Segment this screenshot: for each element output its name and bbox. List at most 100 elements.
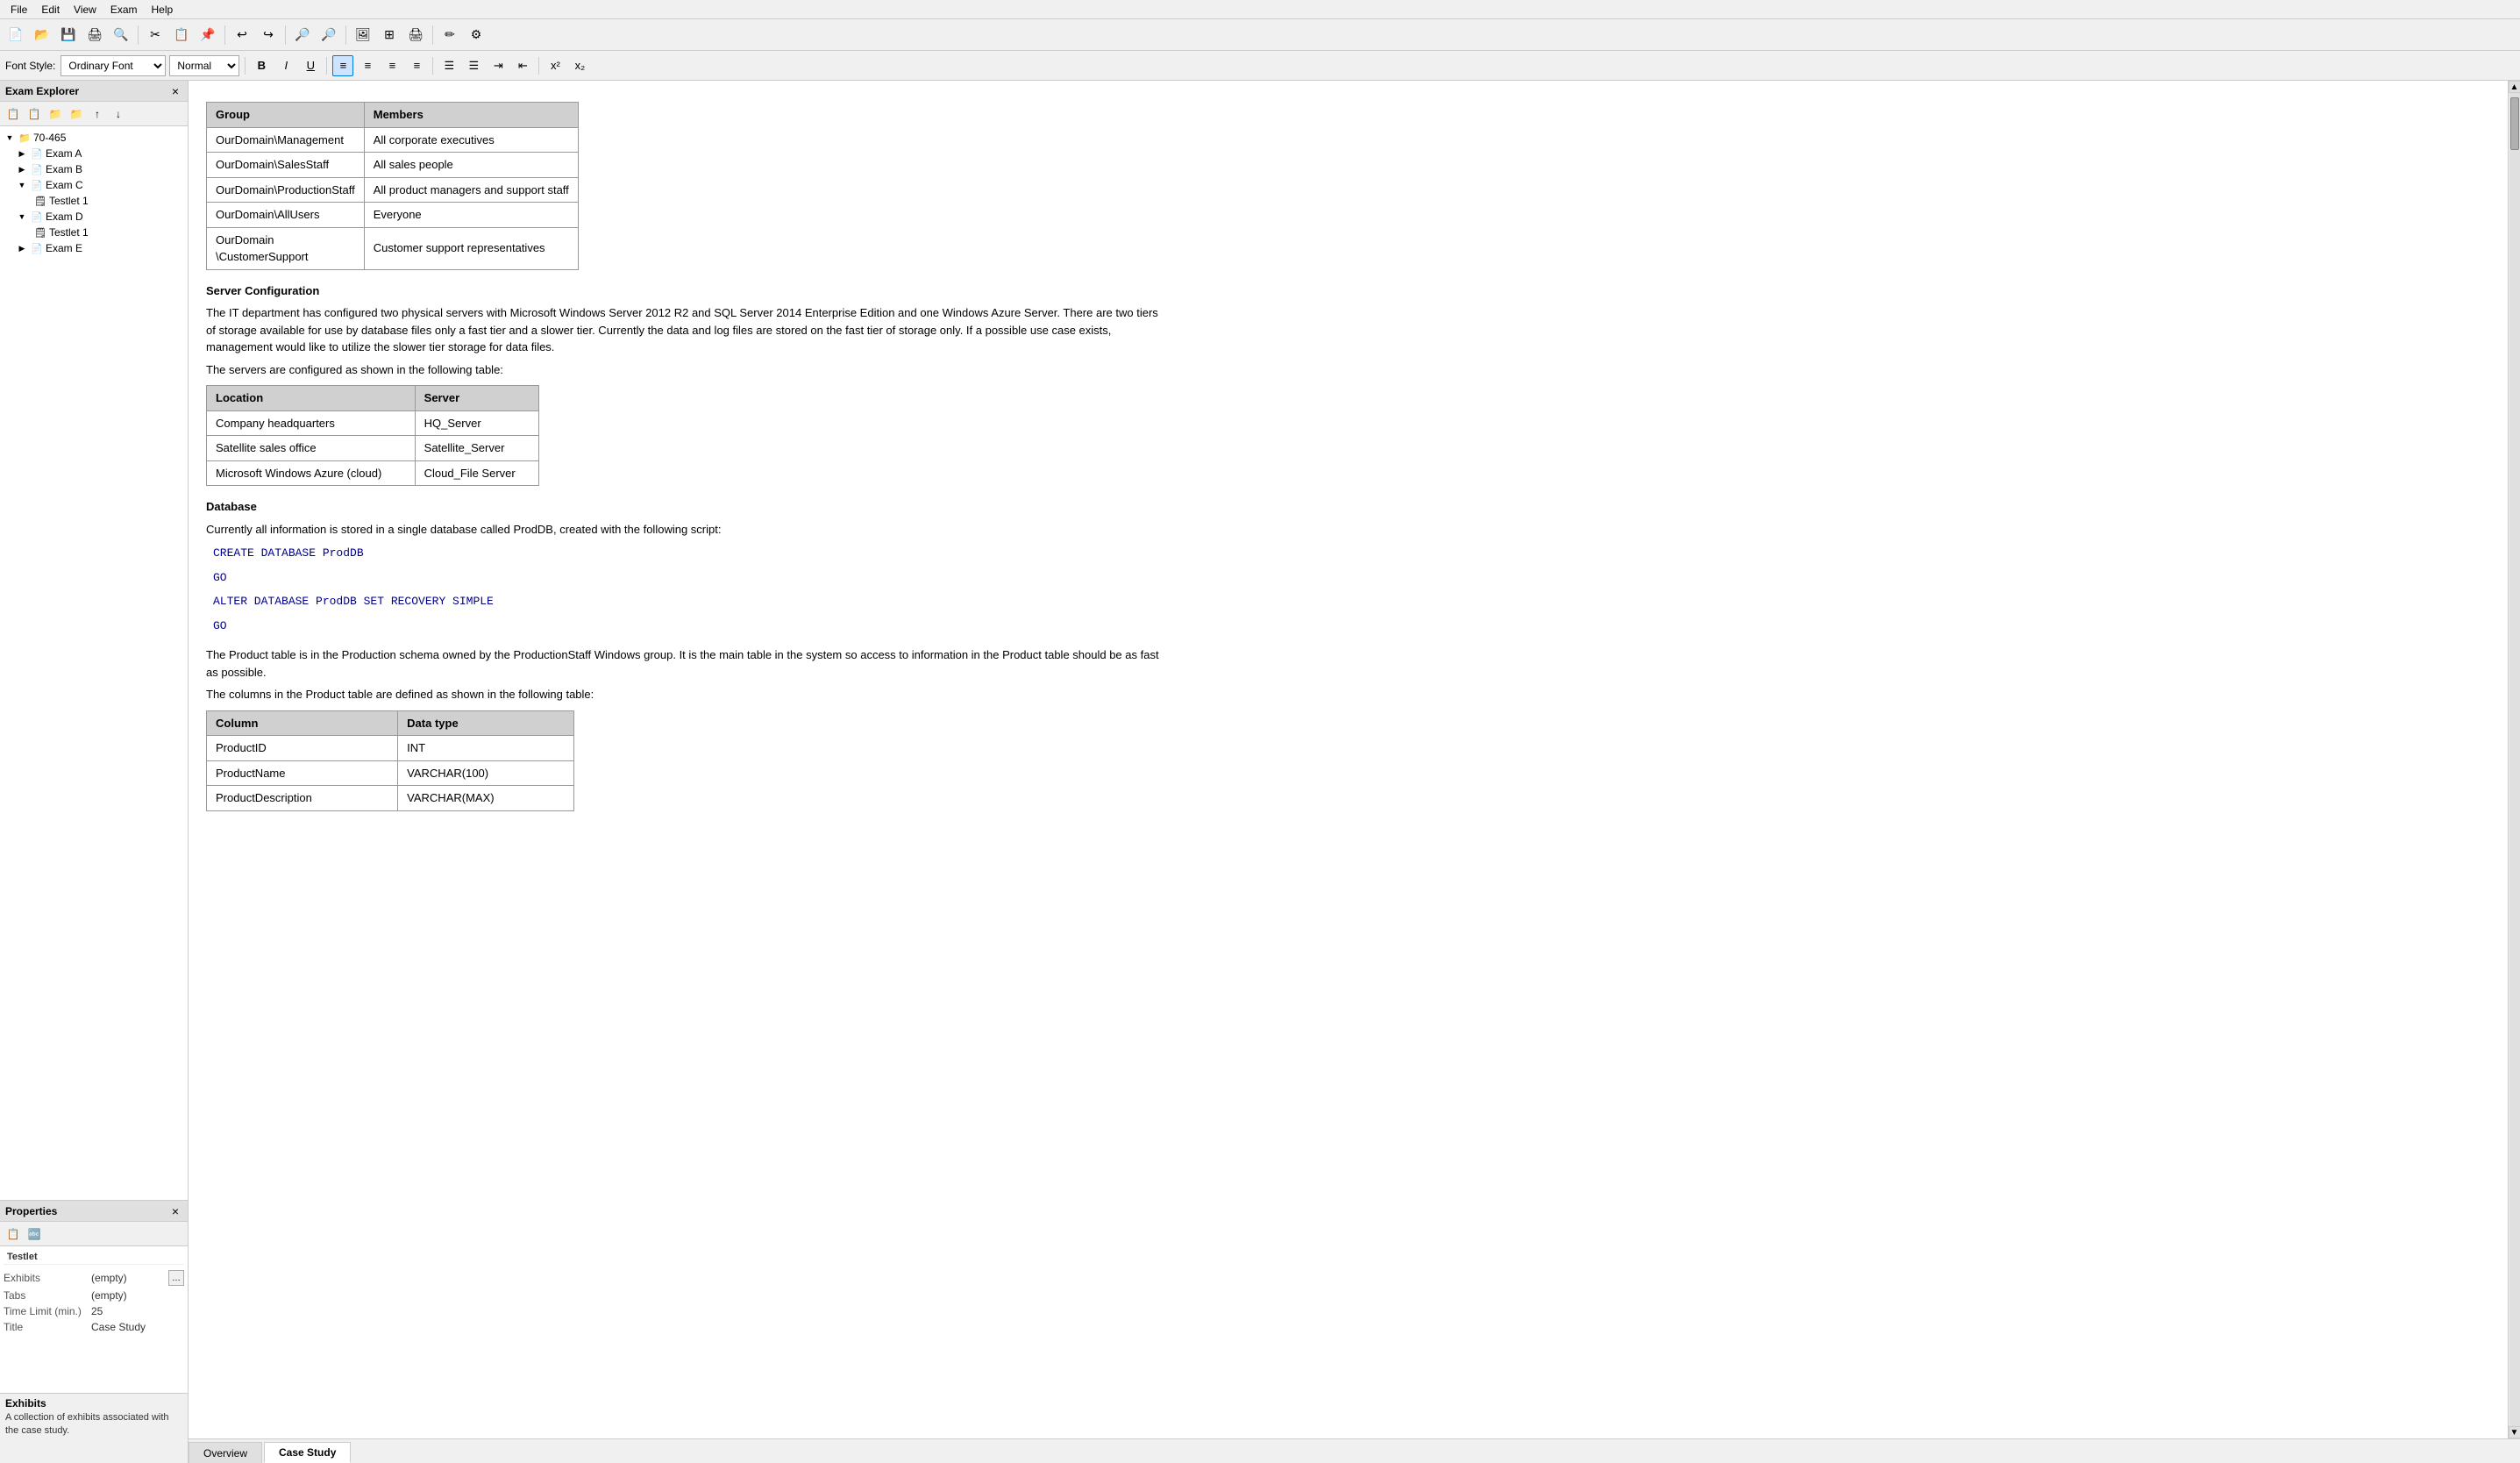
align-justify-btn[interactable]: ≡ [406,55,427,76]
expand-exam-c[interactable]: ▼ [16,179,28,191]
groups-cell-5-1: OurDomain\CustomerSupport [207,227,365,269]
menu-file[interactable]: File [4,2,34,18]
numbering-btn[interactable]: ☰ [463,55,484,76]
explorer-btn4[interactable]: 📁 [67,104,86,124]
align-right-btn[interactable]: ≡ [381,55,402,76]
vertical-scrollbar[interactable]: ▲ ▼ [2508,81,2520,1438]
exhibits-description: A collection of exhibits associated with… [5,1411,182,1438]
properties-close[interactable]: × [168,1204,182,1218]
explorer-up-btn[interactable]: ↑ [88,104,107,124]
tree-item-exam-e[interactable]: ▶ 📄 Exam E [0,240,188,256]
expand-exam-b[interactable]: ▶ [16,163,28,175]
prop-timelimit-key: Time Limit (min.) [4,1305,91,1317]
code-line1: CREATE DATABASE ProdDB [206,543,1171,564]
new-btn[interactable]: 📄 [4,24,28,46]
product-cell-2-1: ProductName [207,760,398,786]
tab-case-study[interactable]: Case Study [264,1442,351,1463]
font-style-dropdown[interactable]: Ordinary Font [61,55,166,76]
subscript-btn[interactable]: x₂ [569,55,590,76]
tab-overview[interactable]: Overview [189,1442,262,1463]
content-scroll[interactable]: Group Members OurDomain\Management All c… [189,81,2508,1438]
prop-tabs-val: (empty) [91,1289,184,1302]
prop-exhibits: Exhibits (empty) … [4,1268,184,1288]
table-btn[interactable]: ⊞ [377,24,402,46]
paste-btn[interactable]: 📌 [196,24,220,46]
groups-cell-4-2: Everyone [364,203,578,228]
scroll-up-btn[interactable]: ▲ [2509,81,2520,93]
print-btn[interactable]: 🖨 [82,24,107,46]
scroll-down-btn[interactable]: ▼ [2509,1426,2520,1438]
expand-root[interactable]: ▼ [4,132,16,144]
copy-btn[interactable]: 📋 [169,24,194,46]
font-style-label: Font Style: [5,60,55,72]
replace-btn[interactable]: 🔎 [317,24,341,46]
groups-cell-3-2: All product managers and support staff [364,177,578,203]
product-row-1: ProductID INT [207,736,574,761]
print2-btn[interactable]: 🖨 [403,24,428,46]
props-btn2[interactable]: 🔤 [25,1224,44,1244]
save-btn[interactable]: 💾 [56,24,81,46]
expand-exam-a[interactable]: ▶ [16,147,28,160]
groups-col-members: Members [364,103,578,128]
sep-f3 [432,57,433,75]
underline-btn[interactable]: U [300,55,321,76]
settings-btn[interactable]: ⚙ [464,24,488,46]
servers-cell-3-2: Cloud_File Server [415,460,538,486]
label-exam-a: Exam A [46,147,82,160]
sep-f2 [326,57,327,75]
expand-testlet-1d[interactable] [28,226,32,239]
tree-item-exam-a[interactable]: ▶ 📄 Exam A [0,146,188,161]
tree-item-exam-c[interactable]: ▼ 📄 Exam C [0,177,188,193]
find-btn[interactable]: 🔎 [290,24,315,46]
tree-item-exam-b[interactable]: ▶ 📄 Exam B [0,161,188,177]
cut-btn[interactable]: ✂ [143,24,167,46]
tree-item-root[interactable]: ▼ 📁 70-465 [0,130,188,146]
exam-explorer-close[interactable]: × [168,84,182,98]
menu-edit[interactable]: Edit [34,2,67,18]
server-config-para1: The IT department has configured two phy… [206,304,1171,356]
scroll-track[interactable] [2509,93,2520,1426]
props-btn1[interactable]: 📋 [4,1224,23,1244]
edit-btn[interactable]: ✏ [438,24,462,46]
menu-bar: File Edit View Exam Help [0,0,2520,19]
groups-cell-3-1: OurDomain\ProductionStaff [207,177,365,203]
explorer-btn2[interactable]: 📋 [25,104,44,124]
explorer-btn3[interactable]: 📁 [46,104,65,124]
servers-col-server: Server [415,386,538,411]
size-dropdown[interactable]: Normal [169,55,239,76]
align-center-btn[interactable]: ≡ [357,55,378,76]
redo-btn[interactable]: ↪ [256,24,281,46]
tree-item-testlet-1d[interactable]: 🗒 Testlet 1 [0,225,188,240]
product-cell-2-2: VARCHAR(100) [398,760,574,786]
explorer-btn1[interactable]: 📋 [4,104,23,124]
open-btn[interactable]: 📂 [30,24,54,46]
explorer-down-btn[interactable]: ↓ [109,104,128,124]
scroll-thumb[interactable] [2510,97,2519,150]
tree-item-testlet-1c[interactable]: 🗒 Testlet 1 [0,193,188,209]
tree-item-exam-d[interactable]: ▼ 📄 Exam D [0,209,188,225]
menu-help[interactable]: Help [145,2,181,18]
expand-exam-e[interactable]: ▶ [16,242,28,254]
prop-exhibits-btn[interactable]: … [168,1270,184,1286]
align-left-btn[interactable]: ≡ [332,55,353,76]
menu-view[interactable]: View [67,2,103,18]
expand-exam-d[interactable]: ▼ [16,211,28,223]
label-exam-d: Exam D [46,211,83,223]
preview-btn[interactable]: 🔍 [109,24,133,46]
icon-exam-a: 📄 [30,146,44,161]
bullets-btn[interactable]: ☰ [438,55,459,76]
prop-title: Title Case Study [4,1319,184,1335]
bold-btn[interactable]: B [251,55,272,76]
image-btn[interactable]: 🖼 [351,24,375,46]
superscript-btn[interactable]: x² [545,55,566,76]
product-table: Column Data type ProductID INT ProductNa… [206,710,574,811]
indent-btn[interactable]: ⇥ [488,55,509,76]
italic-btn[interactable]: I [275,55,296,76]
database-para3: The columns in the Product table are def… [206,686,1171,703]
prop-tabs: Tabs (empty) [4,1288,184,1303]
menu-exam[interactable]: Exam [103,2,145,18]
expand-testlet-1c[interactable] [28,195,32,207]
undo-btn[interactable]: ↩ [230,24,254,46]
outdent-btn[interactable]: ⇤ [512,55,533,76]
servers-row-1: Company headquarters HQ_Server [207,410,539,436]
